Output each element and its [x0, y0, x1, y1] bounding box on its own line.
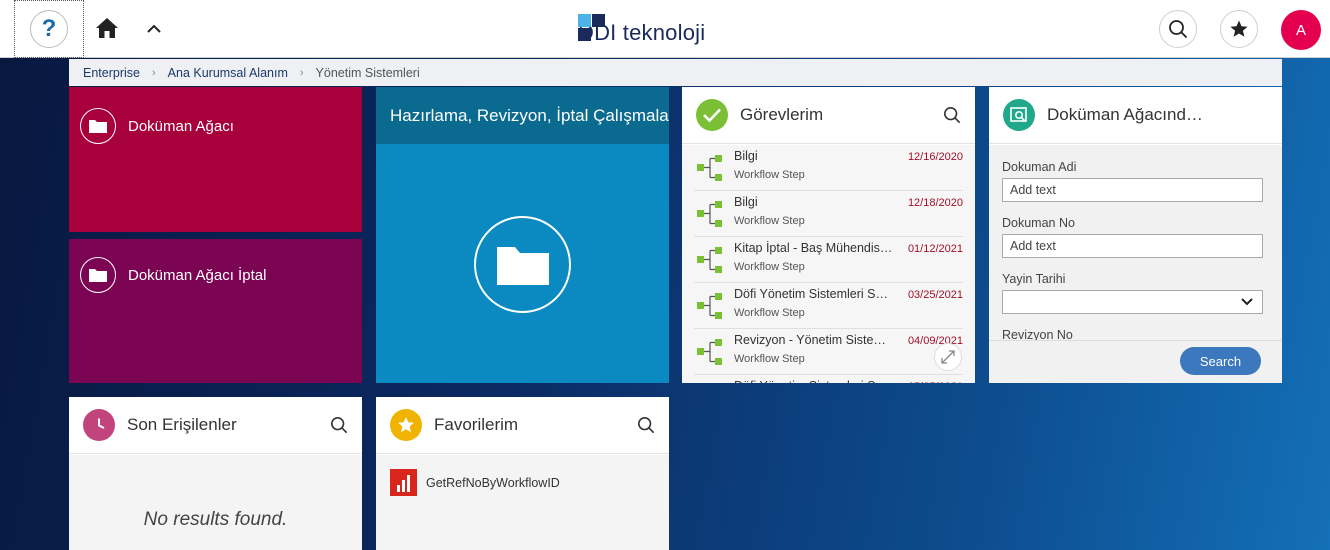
task-item[interactable]: Döfi Yönetim Sistemleri Sorumlusu Workflo… [694, 283, 963, 329]
tile-doc-tree-cancel-label: Doküman Ağacı İptal [128, 266, 267, 284]
task-list: Bilgi Workflow Step 12/16/2020 Bilgi Workflo… [682, 145, 975, 383]
folder-icon [80, 108, 116, 144]
breadcrumb-enterprise[interactable]: Enterprise [83, 66, 140, 80]
field-label-doc-name: Dokuman Adi [1002, 160, 1077, 174]
task-type: Workflow Step [734, 215, 805, 227]
task-name: Kitap İptal - Baş Mühendis Onayı [734, 241, 894, 255]
chevron-down-icon [1241, 298, 1253, 306]
top-bar: ? DDI teknoloji A [0, 0, 1330, 58]
doc-search-icon [1003, 99, 1035, 131]
search-icon[interactable] [330, 416, 348, 434]
breadcrumb-current: Yönetim Sistemleri [315, 65, 420, 80]
task-item[interactable]: Revizyon - Yönetim Sistemleri Workflow St… [694, 329, 963, 375]
field-label-revision-no: Revizyon No [1002, 328, 1073, 340]
favorites-header: Favorilerim [376, 397, 669, 454]
tile-doc-tree-label: Doküman Ağacı [128, 117, 234, 135]
favorites-title: Favorilerim [434, 415, 519, 434]
task-item[interactable]: Döfi Yönetim Sistemleri SorumlusuWorkflo… [694, 375, 963, 383]
task-date: 12/18/2020 [907, 197, 963, 209]
breadcrumb: Enterprise › Ana Kurumsal Alanım › Yönet… [69, 59, 1282, 86]
tile-doc-tree[interactable]: Doküman Ağacı [69, 87, 362, 232]
tile-preparation[interactable]: Hazırlama, Revizyon, İptal Çalışmaları [376, 87, 669, 383]
star-icon [390, 409, 422, 441]
tile-doc-tree-cancel[interactable]: Doküman Ağacı İptal [69, 239, 362, 383]
field-label-doc-no: Dokuman No [1002, 216, 1075, 230]
expand-icon [941, 350, 955, 364]
logo: DDI teknoloji [578, 14, 705, 46]
task-item[interactable]: Kitap İptal - Baş Mühendis Onayı Workflow… [694, 237, 963, 283]
workflow-icon [697, 247, 722, 273]
help-label: ? [41, 15, 57, 42]
doc-search-form: Dokuman Adi Add text Dokuman No Add text… [989, 145, 1282, 340]
home-icon[interactable] [95, 17, 119, 39]
doc-no-input[interactable]: Add text [1002, 234, 1263, 258]
task-type: Workflow Step [734, 169, 805, 181]
doc-name-placeholder: Add text [1010, 183, 1056, 197]
doc-search-header: Doküman Ağacında Ara [989, 87, 1282, 144]
recent-title: Son Erişilenler [127, 415, 237, 434]
tile-preparation-label: Hazırlama, Revizyon, İptal Çalışmaları [390, 105, 669, 125]
task-name: Bilgi [734, 149, 758, 163]
tasks-header: Görevlerim [682, 87, 975, 144]
tile-recent: Son Erişilenler No results found. [69, 397, 362, 550]
breadcrumb-separator: › [151, 66, 156, 79]
favorite-item[interactable]: GetRefNoByWorkflowID [390, 469, 560, 496]
task-item[interactable]: Bilgi Workflow Step 12/16/2020 [694, 145, 963, 191]
task-date: 03/25/2021 [907, 289, 963, 301]
workflow-icon [697, 155, 722, 181]
task-type: Workflow Step [734, 353, 805, 365]
folder-icon [80, 257, 116, 293]
task-type: Workflow Step [734, 261, 805, 273]
workflow-icon [697, 293, 722, 319]
task-name: Revizyon - Yönetim Sistemleri [734, 333, 894, 347]
doc-name-input[interactable]: Add text [1002, 178, 1263, 202]
report-icon [390, 469, 417, 496]
no-results-text: No results found. [143, 509, 288, 530]
avatar[interactable]: A [1281, 10, 1321, 50]
search-icon[interactable] [943, 106, 961, 124]
task-date: 12/16/2020 [907, 151, 963, 163]
task-date: 01/12/2021 [907, 243, 963, 255]
doc-no-placeholder: Add text [1010, 239, 1056, 253]
logo-squares-icon [578, 14, 606, 44]
favorites-body: GetRefNoByWorkflowID [376, 455, 669, 550]
breadcrumb-ana-kurumsal[interactable]: Ana Kurumsal Alanım [168, 66, 288, 80]
tile-my-tasks: Görevlerim Bilgi Workflow Step 12/16/2020 B… [682, 87, 975, 383]
task-type: Workflow Step [734, 307, 805, 319]
workflow-icon [697, 339, 722, 365]
task-name: Döfi Yönetim Sistemleri Sorumlusu [734, 287, 894, 301]
global-search-button[interactable] [1159, 10, 1197, 48]
favorites-button[interactable] [1220, 10, 1258, 48]
task-name: Döfi Yönetim Sistemleri Sorumlusu [734, 379, 894, 383]
field-label-publish-date: Yayin Tarihi [1002, 272, 1066, 286]
publish-date-select[interactable] [1002, 290, 1263, 314]
workflow-icon [697, 201, 722, 227]
tile-favorites: Favorilerim GetRefNoByWorkflowID [376, 397, 669, 550]
checkmark-icon [696, 99, 728, 131]
doc-search-footer: Search [989, 340, 1282, 383]
folder-icon [474, 216, 571, 313]
chevron-up-icon[interactable] [146, 22, 162, 34]
help-icon: ? [30, 10, 68, 48]
search-icon[interactable] [637, 416, 655, 434]
help-button[interactable]: ? [14, 0, 84, 58]
tasks-title: Görevlerim [740, 105, 824, 124]
tile-preparation-header: Hazırlama, Revizyon, İptal Çalışmaları [376, 87, 669, 144]
clock-icon [83, 409, 115, 441]
star-icon [1230, 20, 1248, 37]
search-icon [1169, 20, 1188, 39]
tile-doc-search: Doküman Ağacında Ara Dokuman Adi Add tex… [989, 87, 1282, 383]
recent-header: Son Erişilenler [69, 397, 362, 454]
favorite-item-label: GetRefNoByWorkflowID [426, 475, 560, 490]
breadcrumb-separator: › [299, 66, 304, 79]
doc-search-title: Doküman Ağacında Ara [1047, 105, 1207, 124]
task-item[interactable]: Bilgi Workflow Step 12/18/2020 [694, 191, 963, 237]
recent-body: No results found. [69, 455, 362, 550]
search-button[interactable]: Search [1180, 347, 1261, 375]
task-name: Bilgi [734, 195, 758, 209]
expand-button[interactable] [934, 343, 962, 371]
task-date: 05/25/2021 [908, 381, 963, 383]
